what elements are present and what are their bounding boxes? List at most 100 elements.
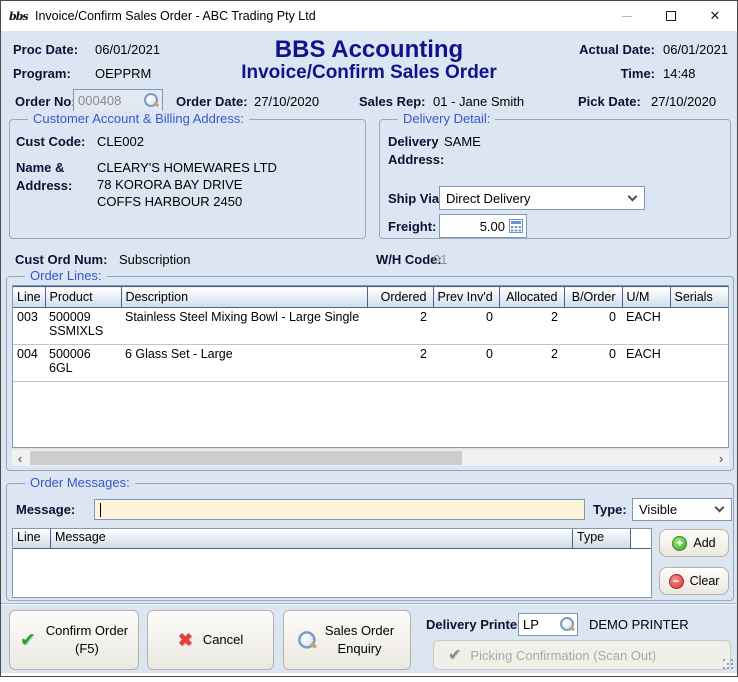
col-serials: Serials	[670, 287, 728, 308]
maximize-button[interactable]	[649, 1, 693, 31]
message-type-value: Visible	[639, 502, 677, 517]
cell-description: 6 Glass Set - Large	[121, 345, 367, 382]
order-line-row[interactable]: 004 500006 6GL 6 Glass Set - Large 2 0 2…	[13, 345, 728, 382]
order-date-label: Order Date:	[176, 94, 248, 109]
order-no-lookup-icon[interactable]	[144, 93, 159, 108]
msg-col-spare	[631, 529, 651, 548]
cell-allocated: 2	[499, 308, 564, 345]
maximize-icon	[666, 11, 676, 21]
confirm-label-line1: Confirm Order	[46, 623, 128, 638]
printer-lookup-icon[interactable]	[560, 617, 575, 632]
cell-product: 500009 SSMIXLS	[45, 308, 121, 345]
background-strip	[0, 677, 738, 682]
delivery-address-value: SAME	[444, 134, 481, 149]
green-check-icon: ✔	[20, 629, 36, 652]
col-ordered: Ordered	[367, 287, 433, 308]
cell-serials	[670, 308, 728, 345]
time-row: Time: 14:48	[567, 66, 696, 81]
titlebar[interactable]: bbs Invoice/Confirm Sales Order - ABC Tr…	[1, 1, 737, 31]
red-cross-icon: ✖	[178, 630, 193, 651]
action-bar: ✔ Confirm Order (F5) ✖ Cancel Sales Orde…	[1, 603, 737, 673]
order-line-row[interactable]: 003 500009 SSMIXLS Stainless Steel Mixin…	[13, 308, 728, 345]
order-no-input[interactable]	[74, 93, 144, 108]
message-input[interactable]	[94, 499, 585, 520]
time-value: 14:48	[663, 66, 696, 81]
cell-description: Stainless Steel Mixing Bowl - Large Sing…	[121, 308, 367, 345]
cell-um: EACH	[622, 308, 670, 345]
hscroll-thumb[interactable]	[30, 451, 462, 465]
messages-header-row: Line Message Type	[13, 529, 651, 549]
col-prev-invd: Prev Inv'd	[433, 287, 499, 308]
cell-b-order: 0	[564, 345, 622, 382]
cell-prev-invd: 0	[433, 345, 499, 382]
order-no-field[interactable]	[73, 89, 163, 112]
ship-via-dropdown[interactable]: Direct Delivery	[439, 186, 645, 210]
order-lines-hscrollbar[interactable]: ‹ ›	[12, 450, 729, 466]
cell-um: EACH	[622, 345, 670, 382]
delivery-printer-input[interactable]	[519, 617, 560, 632]
sales-order-enquiry-button[interactable]: Sales Order Enquiry	[283, 610, 411, 670]
cust-code-label: Cust Code:	[16, 134, 85, 149]
cell-ordered: 2	[367, 345, 433, 382]
col-line: Line	[13, 287, 45, 308]
chevron-down-icon	[628, 191, 638, 201]
hscroll-track[interactable]	[28, 450, 713, 466]
clear-messages-button[interactable]: − Clear	[659, 567, 729, 595]
col-um: U/M	[622, 287, 670, 308]
minimize-icon	[622, 16, 632, 17]
confirm-order-button[interactable]: ✔ Confirm Order (F5)	[9, 610, 139, 670]
cell-b-order: 0	[564, 308, 622, 345]
window-title: Invoice/Confirm Sales Order - ABC Tradin…	[35, 9, 316, 23]
col-b-order: B/Order	[564, 287, 622, 308]
magnifier-icon	[298, 631, 317, 650]
scroll-right-icon[interactable]: ›	[713, 450, 729, 466]
delivery-printer-field[interactable]	[518, 613, 578, 636]
msg-col-type: Type	[573, 529, 631, 548]
cancel-button-label: Cancel	[203, 631, 243, 649]
col-product: Product	[45, 287, 121, 308]
cell-prev-invd: 0	[433, 308, 499, 345]
delivery-address-label-line1: Delivery	[388, 134, 439, 149]
enquiry-label-line1: Sales Order	[325, 623, 394, 638]
freight-input[interactable]	[440, 219, 509, 234]
delivery-group: Delivery Detail: Delivery Address: SAME …	[379, 119, 731, 239]
wh-code-value: 01	[433, 252, 447, 267]
app-window: bbs Invoice/Confirm Sales Order - ABC Tr…	[0, 0, 738, 677]
freight-field[interactable]	[439, 214, 527, 238]
customer-group-legend: Customer Account & Billing Address:	[28, 111, 249, 126]
billing-address-line1: CLEARY'S HOMEWARES LTD	[97, 160, 277, 175]
messages-table: Line Message Type	[12, 528, 652, 598]
msg-col-line: Line	[13, 529, 51, 548]
message-label: Message:	[16, 502, 75, 517]
name-address-label-line2: Address:	[16, 178, 72, 193]
time-label: Time:	[567, 66, 655, 81]
cust-code-value: CLE002	[97, 134, 144, 149]
message-type-dropdown[interactable]: Visible	[632, 498, 732, 521]
cancel-button[interactable]: ✖ Cancel	[147, 610, 274, 670]
freight-label: Freight:	[388, 219, 436, 234]
col-allocated: Allocated	[499, 287, 564, 308]
add-message-button[interactable]: + Add	[659, 529, 729, 557]
order-date-value: 27/10/2020	[254, 94, 319, 109]
close-icon: ✕	[710, 8, 721, 24]
window-controls: ✕	[605, 1, 737, 31]
confirm-label-line2: (F5)	[75, 641, 99, 656]
chevron-down-icon	[715, 503, 725, 513]
cell-serials	[670, 345, 728, 382]
add-button-label: Add	[693, 536, 715, 550]
actual-date-row: Actual Date: 06/01/2021	[567, 42, 728, 57]
col-description: Description	[121, 287, 367, 308]
enquiry-label-line2: Enquiry	[337, 641, 381, 656]
calculator-icon[interactable]	[509, 219, 523, 233]
name-address-label-line1: Name &	[16, 160, 64, 175]
pick-date-value: 27/10/2020	[651, 94, 716, 109]
cell-product: 500006 6GL	[45, 345, 121, 382]
resize-grip[interactable]	[723, 659, 734, 670]
sales-rep-label: Sales Rep:	[359, 94, 425, 109]
order-messages-legend: Order Messages:	[25, 475, 135, 490]
order-no-label: Order No:	[15, 94, 76, 109]
scroll-left-icon[interactable]: ‹	[12, 450, 28, 466]
close-button[interactable]: ✕	[693, 1, 737, 31]
wh-code-label: W/H Code:	[376, 252, 442, 267]
actual-date-label: Actual Date:	[567, 42, 655, 57]
